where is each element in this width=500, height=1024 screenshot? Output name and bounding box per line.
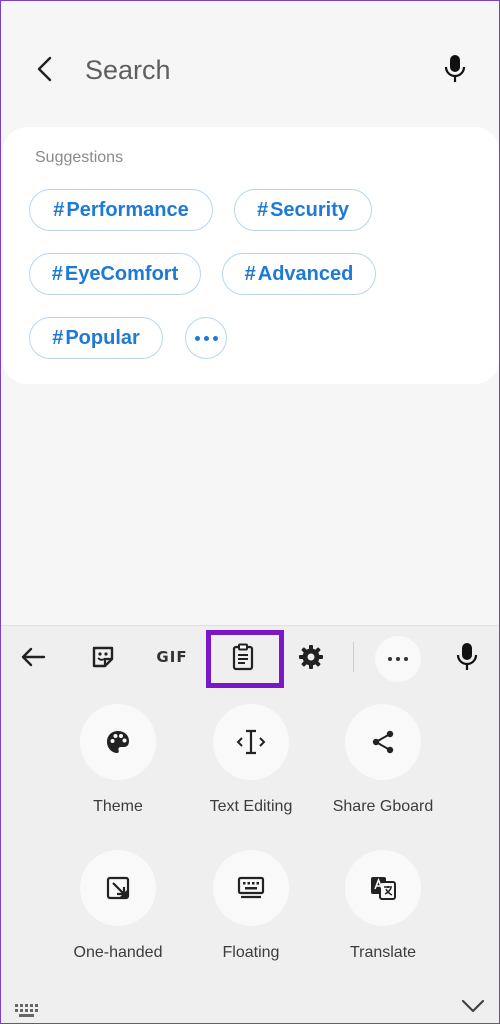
suggestion-chip-security[interactable]: # Security: [234, 189, 372, 231]
clipboard-highlight-box: [206, 630, 284, 688]
voice-search-button[interactable]: [435, 47, 475, 91]
hash-symbol: #: [51, 262, 63, 285]
back-arrow-icon: [21, 647, 46, 667]
chip-label: Popular: [65, 326, 140, 349]
toolbar-more-button[interactable]: [375, 636, 421, 682]
suggestion-chip-advanced[interactable]: # Advanced: [222, 253, 376, 295]
share-icon: [372, 730, 394, 754]
keyboard-icon: [15, 1004, 38, 1017]
chip-label: EyeComfort: [64, 262, 179, 285]
hide-keyboard-button[interactable]: [461, 998, 485, 1019]
tile-label: Floating: [222, 944, 280, 961]
tile-label: Share Gboard: [332, 798, 434, 815]
suggestions-title: Suggestions: [35, 149, 124, 166]
hash-symbol: #: [52, 326, 64, 349]
chevron-down-icon: [461, 999, 485, 1013]
tile-theme[interactable]: Theme: [48, 704, 188, 824]
suggestions-card: Suggestions # Performance # Security # EyeC…: [3, 127, 499, 384]
back-arrow-icon: [37, 56, 52, 82]
tile-label: One-handed: [73, 944, 163, 961]
tile-icon-wrap: [345, 850, 421, 926]
tile-label: Text Editing: [209, 798, 293, 815]
suggestion-chip-popular[interactable]: # Popular: [29, 317, 163, 359]
toolbar-back-button[interactable]: [9, 634, 57, 680]
tile-text-editing[interactable]: Text Editing: [181, 704, 321, 824]
back-button[interactable]: [25, 47, 65, 91]
hash-symbol: #: [53, 198, 65, 221]
switch-keyboard-button[interactable]: [15, 1004, 41, 1023]
hash-symbol: #: [244, 262, 256, 285]
keyboard-voice-button[interactable]: [443, 634, 491, 680]
microphone-icon: [456, 643, 478, 670]
suggestion-chip-eyecomfort[interactable]: # EyeComfort: [29, 253, 201, 295]
tile-floating[interactable]: Floating: [181, 850, 321, 970]
sticker-button[interactable]: [79, 634, 127, 680]
tile-share-gboard[interactable]: Share Gboard: [313, 704, 453, 824]
toolbar-divider: [353, 642, 354, 672]
chip-label: Advanced: [257, 262, 354, 285]
tile-icon-wrap: [80, 704, 156, 780]
gif-icon: GIF: [156, 648, 188, 666]
hash-symbol: #: [256, 198, 269, 221]
microphone-icon: [444, 55, 466, 82]
more-suggestions-button[interactable]: [185, 317, 227, 359]
chip-label: Security: [270, 198, 350, 221]
more-icon: [388, 657, 408, 661]
tile-label: Translate: [349, 944, 417, 961]
tile-translate[interactable]: Translate: [313, 850, 453, 970]
tile-label: Theme: [93, 798, 143, 815]
keyboard-panel: GIF Theme Text Editing Share Gboard One-…: [1, 625, 499, 1023]
sticker-icon: [92, 646, 114, 668]
tile-icon-wrap: [345, 704, 421, 780]
floating-keyboard-icon: [237, 876, 265, 899]
tile-one-handed[interactable]: One-handed: [48, 850, 188, 970]
tile-icon-wrap: [213, 850, 289, 926]
more-horizontal-icon: [194, 335, 218, 341]
keyboard-settings-button[interactable]: [287, 634, 335, 680]
text-cursor-icon: [236, 729, 266, 755]
tile-icon-wrap: [80, 850, 156, 926]
search-input[interactable]: [85, 49, 405, 91]
settings-icon: [299, 645, 323, 669]
chip-label: Performance: [66, 198, 189, 221]
palette-icon: [107, 731, 129, 753]
one-handed-icon: [106, 876, 130, 900]
keyboard-toolbar: GIF: [1, 626, 499, 688]
tile-icon-wrap: [213, 704, 289, 780]
translate-icon: [371, 877, 396, 900]
gif-button[interactable]: GIF: [148, 634, 196, 680]
search-header: [1, 1, 499, 121]
suggestion-chip-performance[interactable]: # Performance: [29, 189, 213, 231]
